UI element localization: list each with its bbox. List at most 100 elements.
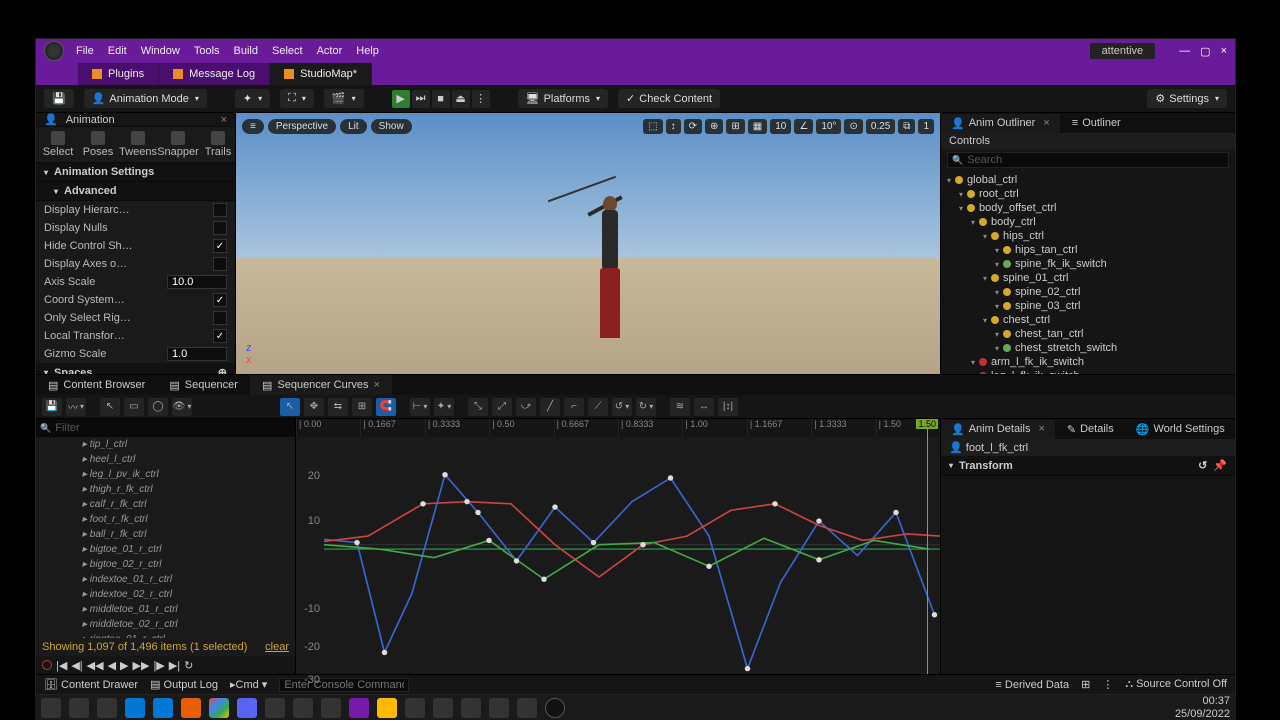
value-snap[interactable]: ✦ (434, 398, 454, 416)
marquee-tool[interactable]: ▭ (124, 398, 144, 416)
curve-item[interactable]: ▸ middletoe_02_r_ctrl (36, 617, 295, 632)
normalize-icon[interactable]: |↕| (718, 398, 738, 416)
clear-filter-link[interactable]: clear (265, 641, 289, 653)
output-log-button[interactable]: ▤ Output Log (150, 678, 218, 691)
app-icon[interactable] (433, 698, 453, 718)
save-button[interactable]: 💾 (44, 89, 74, 108)
viewport-pill[interactable]: Perspective (268, 119, 336, 134)
add-dropdown[interactable]: ✦ (235, 89, 270, 108)
checkbox[interactable] (213, 311, 227, 325)
tree-node[interactable]: chest_stretch_switch (941, 341, 1235, 355)
animation-settings-section[interactable]: Animation Settings (36, 163, 235, 182)
visibility-icon[interactable]: 👁 (172, 398, 192, 416)
play-options-button[interactable]: ⋮ (472, 90, 490, 108)
curve-item[interactable]: ▸ leg_l_pv_ik_ctrl (36, 467, 295, 482)
app-icon[interactable] (489, 698, 509, 718)
record-button[interactable] (42, 660, 52, 670)
tree-node[interactable]: body_ctrl (941, 215, 1235, 229)
close-button[interactable]: × (1221, 45, 1227, 58)
play-button[interactable]: ▶ (392, 90, 410, 108)
bottom-tab[interactable]: ▤Sequencer Curves × (250, 375, 392, 395)
step-back-button[interactable]: ◀◀ (87, 659, 104, 672)
tree-node[interactable]: arm_l_fk_ik_switch (941, 355, 1235, 369)
user-badge[interactable]: attentive (1090, 43, 1156, 59)
curve-item[interactable]: ▸ indextoe_01_r_ctrl (36, 572, 295, 587)
animation-mode-dropdown[interactable]: 👤Animation Mode (84, 89, 207, 108)
viewport-pill[interactable]: ⊞ (726, 119, 744, 134)
curve-item[interactable]: ▸ indextoe_02_r_ctrl (36, 587, 295, 602)
viewport-pill[interactable]: Show (371, 119, 412, 134)
menu-actor[interactable]: Actor (317, 45, 343, 57)
details-tab[interactable]: ✎ Details (1057, 420, 1124, 439)
viewport-pill[interactable]: ↕ (666, 119, 681, 134)
outliner-tab[interactable]: ≡ Outliner (1062, 114, 1131, 132)
task-view-icon[interactable] (97, 698, 117, 718)
lasso-tool[interactable]: ◯ (148, 398, 168, 416)
app-icon[interactable] (405, 698, 425, 718)
viewport-pill[interactable]: ≡ (242, 119, 264, 134)
app-icon[interactable] (321, 698, 341, 718)
tree-node[interactable]: spine_03_ctrl (941, 299, 1235, 313)
loop-button[interactable]: ↻ (184, 659, 193, 672)
eject-button[interactable]: ⏏ (452, 90, 470, 108)
curves-filter[interactable]: Filter (36, 419, 295, 437)
animtool-snapper[interactable]: Snapper (162, 131, 194, 158)
checkbox[interactable] (213, 257, 227, 271)
animtool-poses[interactable]: Poses (82, 131, 114, 158)
more-icon[interactable]: ⋮ (1102, 678, 1113, 691)
tree-node[interactable]: spine_01_ctrl (941, 271, 1235, 285)
anim-outliner-tab[interactable]: 👤 Anim Outliner × (941, 114, 1060, 133)
minimize-button[interactable]: — (1179, 45, 1190, 58)
platforms-dropdown[interactable]: 🖥 Platforms (518, 89, 608, 108)
checkbox[interactable] (213, 329, 227, 343)
curve-item[interactable]: ▸ calf_r_fk_ctrl (36, 497, 295, 512)
menu-build[interactable]: Build (234, 45, 258, 57)
advanced-section[interactable]: Advanced (36, 182, 235, 201)
viewport-pill[interactable]: 10 (770, 119, 791, 134)
playhead[interactable] (927, 419, 928, 674)
number-field[interactable]: 1.0 (167, 347, 227, 361)
time-snap[interactable]: ⊢ (410, 398, 430, 416)
straighten-icon[interactable]: ↔ (694, 398, 714, 416)
tree-node[interactable]: chest_tan_ctrl (941, 327, 1235, 341)
tangent-user[interactable]: ⤢ (492, 398, 512, 416)
checkbox[interactable] (213, 239, 227, 253)
curve-item[interactable]: ▸ bigtoe_01_r_ctrl (36, 542, 295, 557)
menu-tools[interactable]: Tools (194, 45, 220, 57)
app-icon[interactable] (293, 698, 313, 718)
step-fwd-button[interactable]: ▶▶ (133, 659, 150, 672)
curve-item[interactable]: ▸ middletoe_01_r_ctrl (36, 602, 295, 617)
menu-edit[interactable]: Edit (108, 45, 127, 57)
step-back-key-button[interactable]: ◀| (71, 659, 82, 672)
tree-node[interactable]: spine_02_ctrl (941, 285, 1235, 299)
unreal-icon[interactable] (545, 698, 565, 718)
menu-help[interactable]: Help (356, 45, 379, 57)
curve-item[interactable]: ▸ heel_l_ctrl (36, 452, 295, 467)
cursor-tool[interactable]: ↖ (280, 398, 300, 416)
chrome-icon[interactable] (209, 698, 229, 718)
select-tool[interactable]: ↖ (100, 398, 120, 416)
curve-item[interactable]: ▸ foot_r_fk_ctrl (36, 512, 295, 527)
bottom-tab[interactable]: ▤Sequencer (157, 375, 250, 395)
menu-file[interactable]: File (76, 45, 94, 57)
tree-node[interactable]: global_ctrl (941, 173, 1235, 187)
post-infinity[interactable]: ↻ (636, 398, 656, 416)
tree-node[interactable]: hips_ctrl (941, 229, 1235, 243)
transform-tool[interactable]: ✥ (304, 398, 324, 416)
step-fwd-key-button[interactable]: |▶ (153, 659, 164, 672)
pre-infinity[interactable]: ↺ (612, 398, 632, 416)
firefox-icon[interactable] (181, 698, 201, 718)
source-control-button[interactable]: ⛬ Source Control Off (1125, 678, 1227, 691)
reset-icon[interactable]: ↺ (1198, 459, 1207, 472)
viewport-pill[interactable]: 10° (816, 119, 841, 134)
doc-tab[interactable]: Message Log (159, 63, 270, 85)
tree-node[interactable]: root_ctrl (941, 187, 1235, 201)
transform-section[interactable]: Transform ↺ 📌 (941, 456, 1235, 476)
viewport-pill[interactable]: ▦ (748, 119, 767, 134)
maximize-button[interactable]: ▢ (1200, 45, 1210, 58)
search-icon[interactable] (69, 698, 89, 718)
goto-start-button[interactable]: |◀ (56, 659, 67, 672)
view-mode-icon[interactable]: 〰 (66, 398, 86, 416)
tree-node[interactable]: hips_tan_ctrl (941, 243, 1235, 257)
doc-tab[interactable]: StudioMap* (270, 63, 372, 85)
